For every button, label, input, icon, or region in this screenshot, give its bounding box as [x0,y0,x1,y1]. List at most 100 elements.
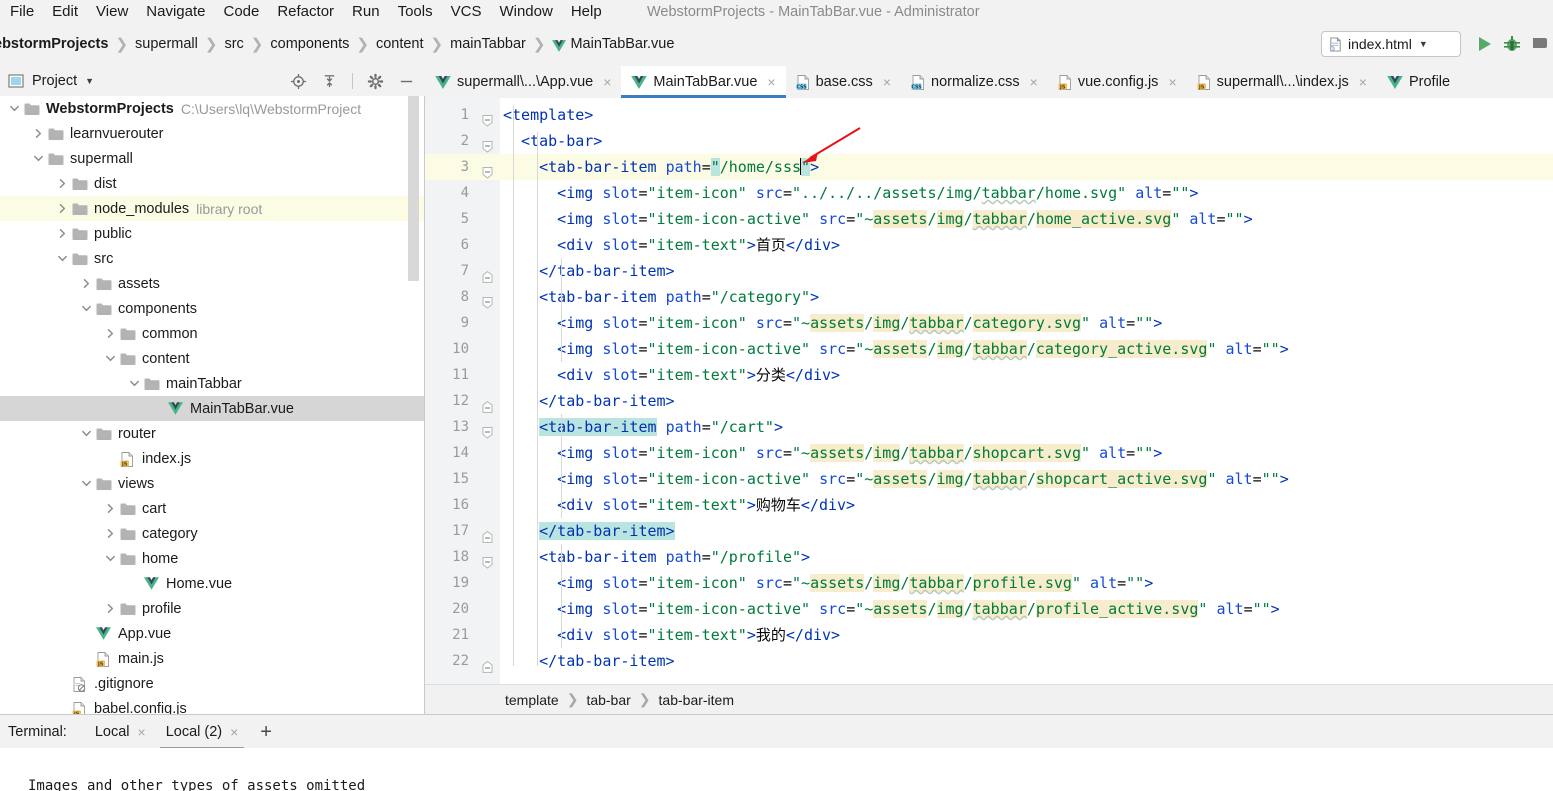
breadcrumb-item-components[interactable]: components [268,36,351,52]
terminal-output-panel[interactable]: Images and other types of assets omitted [0,748,1553,791]
locate-target-icon[interactable] [290,73,307,90]
chevron-down-icon[interactable] [8,102,21,115]
code-line[interactable]: 18 <tab-bar-item path="/profile"> [425,544,1553,570]
tree-item-router[interactable]: router [0,421,424,446]
tree-item--gitignore[interactable]: .gitignore [0,671,424,696]
tree-item-index-js[interactable]: JS index.js [0,446,424,471]
tree-item-content[interactable]: content [0,346,424,371]
breadcrumb-item-ebstormprojects[interactable]: ebstormProjects [0,36,110,52]
add-terminal-button[interactable]: + [248,722,284,742]
code-line[interactable]: 20 <img slot="item-icon-active" src="~as… [425,596,1553,622]
hide-minimize-icon[interactable] [398,73,415,90]
tree-item-webstormprojects[interactable]: WebstormProjects C:\Users\lq\WebstormProj… [0,96,424,121]
tree-item-profile[interactable]: profile [0,596,424,621]
terminal-tab-local[interactable]: Local × [85,715,156,749]
editor-tab-normalize-css[interactable]: CSS normalize.css × [901,66,1048,98]
menu-refactor[interactable]: Refactor [268,0,343,24]
more-actions-button[interactable] [1529,33,1551,55]
code-line[interactable]: 14 <img slot="item-icon" src="~assets/im… [425,440,1553,466]
tree-item-babel-config-js[interactable]: JS babel.config.js [0,696,424,714]
menu-vcs[interactable]: VCS [442,0,491,24]
tree-item-common[interactable]: common [0,321,424,346]
tree-item-home-vue[interactable]: Home.vue [0,571,424,596]
chevron-down-icon[interactable] [104,352,117,365]
code-line[interactable]: 10 <img slot="item-icon-active" src="~as… [425,336,1553,362]
code-editor[interactable]: 1 <template> 2 <tab-bar> 3 <tab-bar-item pa… [425,98,1553,684]
chevron-right-icon[interactable] [56,177,69,190]
tree-item-category[interactable]: category [0,521,424,546]
code-line[interactable]: 21 <div slot="item-text">我的</div> [425,622,1553,648]
code-line[interactable]: 5 <img slot="item-icon-active" src="~ass… [425,206,1553,232]
code-line[interactable]: 12 </tab-bar-item> [425,388,1553,414]
editor-tab-profile[interactable]: Profile [1377,66,1460,98]
tree-item-maintabbar[interactable]: mainTabbar [0,371,424,396]
code-line[interactable]: 7 </tab-bar-item> [425,258,1553,284]
fold-toggle-icon[interactable] [482,395,493,413]
code-line[interactable]: 4 <img slot="item-icon" src="../../../as… [425,180,1553,206]
code-line[interactable]: 19 <img slot="item-icon" src="~assets/im… [425,570,1553,596]
editor-breadcrumb-item-template[interactable]: template [505,692,559,708]
code-line[interactable]: 15 <img slot="item-icon-active" src="~as… [425,466,1553,492]
chevron-right-icon[interactable] [104,527,117,540]
run-configuration-selector[interactable]: index.html ▼ [1321,31,1461,57]
fold-toggle-icon[interactable] [482,525,493,543]
fold-toggle-icon[interactable] [482,109,493,127]
collapse-all-icon[interactable] [321,73,338,90]
chevron-down-icon[interactable] [128,377,141,390]
tree-item-assets[interactable]: assets [0,271,424,296]
chevron-down-icon[interactable] [80,477,93,490]
tree-item-app-vue[interactable]: App.vue [0,621,424,646]
breadcrumb-item-maintabbar-vue[interactable]: MainTabBar.vue [550,36,676,52]
fold-toggle-icon[interactable] [482,421,493,439]
gear-icon[interactable] [367,73,384,90]
menu-window[interactable]: Window [490,0,561,24]
code-line[interactable]: 17 </tab-bar-item> [425,518,1553,544]
tree-item-cart[interactable]: cart [0,496,424,521]
fold-toggle-icon[interactable] [482,551,493,569]
fold-toggle-icon[interactable] [482,291,493,309]
menu-edit[interactable]: Edit [43,0,87,24]
close-icon[interactable]: × [767,74,775,90]
chevron-down-icon[interactable] [104,552,117,565]
editor-tab-supermall-----index-js[interactable]: JS supermall\...\index.js × [1187,66,1377,98]
tree-item-learnvuerouter[interactable]: learnvuerouter [0,121,424,146]
close-icon[interactable]: × [603,74,611,90]
tree-item-node-modules[interactable]: node_modules library root [0,196,424,221]
code-line[interactable]: 3 <tab-bar-item path="/home/sss"> [425,154,1553,180]
tree-item-maintabbar-vue[interactable]: MainTabBar.vue [0,396,424,421]
code-line[interactable]: 11 <div slot="item-text">分类</div> [425,362,1553,388]
chevron-right-icon[interactable] [104,602,117,615]
terminal-tab-local--2-[interactable]: Local (2) × [156,715,249,749]
chevron-down-icon[interactable] [80,302,93,315]
project-tree-scrollbar[interactable] [408,96,419,281]
close-icon[interactable]: × [1359,74,1367,90]
menu-help[interactable]: Help [562,0,611,24]
close-icon[interactable]: × [138,724,146,740]
editor-tab-strip[interactable]: supermall\...\App.vue × MainTabBar.vue × CSS… [425,66,1553,98]
chevron-right-icon[interactable] [56,202,69,215]
chevron-down-icon[interactable] [80,427,93,440]
breadcrumb-item-supermall[interactable]: supermall [133,36,200,52]
menu-tools[interactable]: Tools [389,0,442,24]
tree-item-src[interactable]: src [0,246,424,271]
tree-item-main-js[interactable]: JS main.js [0,646,424,671]
menu-navigate[interactable]: Navigate [137,0,214,24]
tree-item-dist[interactable]: dist [0,171,424,196]
tree-item-public[interactable]: public [0,221,424,246]
chevron-down-icon[interactable] [32,152,45,165]
code-line[interactable]: 8 <tab-bar-item path="/category"> [425,284,1553,310]
close-icon[interactable]: × [883,74,891,90]
chevron-right-icon[interactable] [104,327,117,340]
menu-code[interactable]: Code [214,0,268,24]
chevron-right-icon[interactable] [104,502,117,515]
code-line[interactable]: 2 <tab-bar> [425,128,1553,154]
debug-button[interactable] [1501,33,1523,55]
fold-toggle-icon[interactable] [482,135,493,153]
editor-breadcrumb-item-tab-bar-item[interactable]: tab-bar-item [659,692,734,708]
code-content[interactable]: 1 <template> 2 <tab-bar> 3 <tab-bar-item pa… [425,98,1553,684]
fold-toggle-icon[interactable] [482,265,493,283]
tree-item-supermall[interactable]: supermall [0,146,424,171]
chevron-right-icon[interactable] [32,127,45,140]
fold-toggle-icon[interactable] [482,161,493,179]
close-icon[interactable]: × [1168,74,1176,90]
